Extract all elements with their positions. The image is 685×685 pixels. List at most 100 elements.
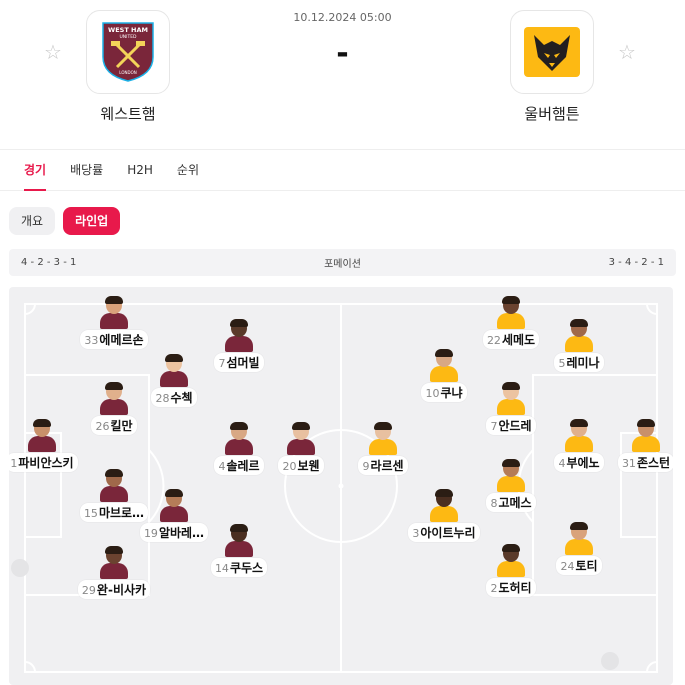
player-label: 28수첵: [151, 388, 197, 407]
player-name: 안드레: [498, 419, 532, 433]
home-player[interactable]: 29완-비사카: [64, 546, 164, 599]
player-photo: [497, 544, 525, 577]
player-number: 22: [486, 334, 501, 347]
crest-text: WEST HAM: [108, 26, 148, 34]
player-photo: [497, 296, 525, 329]
player-name: 수첵: [170, 391, 193, 405]
player-label: 14쿠두스: [210, 558, 268, 577]
player-number: 29: [81, 584, 96, 597]
player-photo: [287, 422, 315, 455]
favorite-star-icon-away[interactable]: ☆: [618, 40, 636, 64]
player-photo: [225, 319, 253, 352]
player-number: 1: [10, 457, 18, 470]
player-label: 7섬머빌: [214, 353, 264, 372]
player-label: 9라르센: [358, 456, 408, 475]
player-name: 보웬: [297, 459, 320, 473]
player-name: 완-비사카: [96, 583, 147, 597]
player-name: 파비안스키: [18, 456, 74, 470]
tab-h2h[interactable]: H2H: [115, 150, 165, 190]
watermark-icon: [11, 559, 29, 577]
tab-odds[interactable]: 배당률: [58, 150, 115, 190]
player-label: 24토티: [556, 556, 602, 575]
player-label: 3아이트누리: [408, 523, 480, 542]
player-label: 29완-비사카: [77, 580, 151, 599]
player-photo: [497, 459, 525, 492]
player-number: 7: [218, 357, 226, 370]
away-team-name: 울버햄튼: [524, 105, 580, 123]
home-player[interactable]: 7섬머빌: [189, 319, 289, 372]
player-label: 4부에노: [554, 453, 604, 472]
away-player[interactable]: 22세메도: [461, 296, 561, 349]
tab-standings[interactable]: 순위: [165, 150, 211, 190]
player-number: 33: [84, 334, 99, 347]
away-player[interactable]: 3아이트누리: [394, 489, 494, 542]
player-name: 섬머빌: [226, 356, 260, 370]
subtab-overview[interactable]: 개요: [9, 207, 56, 235]
player-name: 세메도: [501, 333, 536, 347]
player-number: 24: [560, 560, 575, 573]
player-photo: [100, 546, 128, 579]
player-photo: [28, 419, 56, 452]
player-number: 14: [214, 562, 229, 575]
player-number: 7: [490, 420, 498, 433]
match-tabs: 경기 배당률 H2H 순위: [0, 150, 685, 191]
away-player[interactable]: 9라르센: [333, 422, 433, 475]
player-number: 20: [282, 460, 297, 473]
player-label: 22세메도: [482, 330, 540, 349]
player-label: 33에메르손: [80, 330, 148, 349]
player-number: 15: [83, 507, 98, 520]
away-team[interactable]: 울버햄튼: [477, 10, 627, 124]
player-name: 부에노: [566, 456, 600, 470]
watermark-icon: [601, 652, 619, 670]
player-photo: [430, 349, 458, 382]
player-label: 5레미나: [554, 353, 604, 372]
player-name: 쿠냐: [440, 386, 463, 400]
player-number: 3: [412, 527, 420, 540]
player-number: 28: [155, 392, 170, 405]
player-photo: [369, 422, 397, 455]
player-photo: [565, 522, 593, 555]
player-name: 에메르손: [99, 333, 144, 347]
player-number: 9: [362, 460, 370, 473]
player-name: 존스턴: [636, 456, 671, 470]
player-photo: [100, 296, 128, 329]
player-photo: [632, 419, 660, 452]
player-label: 7안드레: [486, 416, 536, 435]
away-player[interactable]: 10쿠냐: [394, 349, 494, 402]
player-name: 아이트누리: [420, 526, 476, 540]
away-player[interactable]: 2도허티: [461, 544, 561, 597]
player-name: 킬만: [110, 419, 133, 433]
formation-bar: 4 - 2 - 3 - 1 포메이션 3 - 4 - 2 - 1: [9, 249, 676, 276]
wolves-crest-icon: [524, 27, 580, 77]
player-photo: [430, 489, 458, 522]
player-name: 레미나: [566, 356, 600, 370]
player-name: 도허티: [498, 581, 532, 595]
away-team-logo: [510, 10, 594, 94]
player-name: 고메스: [498, 496, 532, 510]
home-formation: 4 - 2 - 3 - 1: [21, 257, 77, 268]
player-number: 5: [558, 357, 566, 370]
player-photo: [225, 422, 253, 455]
away-formation: 3 - 4 - 2 - 1: [608, 257, 664, 268]
tab-match[interactable]: 경기: [12, 150, 58, 191]
player-number: 2: [490, 582, 498, 595]
subtab-lineup[interactable]: 라인업: [63, 207, 121, 235]
player-label: 26킬만: [91, 416, 137, 435]
player-photo: [565, 319, 593, 352]
home-player[interactable]: 14쿠두스: [189, 524, 289, 577]
player-name: 토티: [575, 559, 598, 573]
pitch: 1파비안스키 26킬만 15마브로… 33에메르손 29완-비사카 28수첵 19알바레… 7…: [9, 287, 673, 685]
player-number: 26: [95, 420, 110, 433]
player-photo: [160, 354, 188, 387]
home-team-name: 웨스트햄: [100, 105, 156, 123]
player-number: 4: [218, 460, 226, 473]
player-photo: [497, 382, 525, 415]
sub-tabs: 개요 라인업: [0, 191, 685, 235]
player-number: 19: [143, 527, 158, 540]
player-photo: [225, 524, 253, 557]
player-label: 10쿠냐: [421, 383, 467, 402]
home-player[interactable]: 33에메르손: [64, 296, 164, 349]
player-photo: [160, 489, 188, 522]
player-label: 20보웬: [278, 456, 324, 475]
match-header: ☆ WEST HAM UNITED LONDON 웨스트햄 10.12.2024…: [0, 0, 685, 150]
